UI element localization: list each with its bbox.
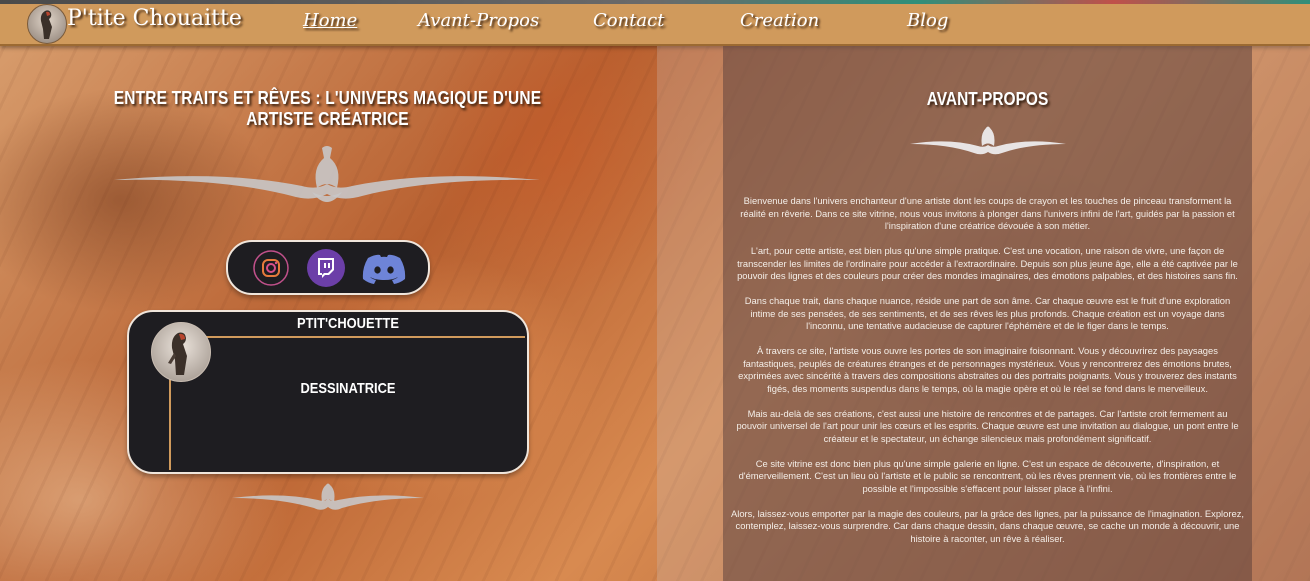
about-paragraph: L'art, pour cette artiste, est bien plus…	[737, 245, 1238, 281]
top-navbar: P'tite Chouaitte Home Avant-Propos Conta…	[0, 0, 1310, 46]
about-paragraph: Dans chaque trait, dans chaque nuance, r…	[744, 295, 1231, 331]
about-paragraph: Bienvenue dans l'univers enchanteur d'un…	[740, 195, 1235, 231]
about-paragraph: Alors, laissez-vous emporter par la magi…	[731, 507, 1244, 544]
about-ornament	[910, 126, 1066, 155]
about-paragraph: Ce site vitrine est donc bien plus qu'un…	[738, 457, 1237, 494]
about-text: Bienvenue dans l'univers enchanteur d'un…	[731, 195, 1244, 558]
nav-blog[interactable]: Blog	[907, 10, 948, 31]
about-panel: AVANT-PROPOS Bienvenue dans l'univers en…	[723, 46, 1252, 581]
site-title[interactable]: P'tite Chouaitte	[67, 6, 242, 31]
about-title: AVANT-PROPOS	[926, 89, 1049, 109]
profile-role: DESSINATRICE	[300, 380, 396, 397]
logo-avatar[interactable]	[27, 4, 67, 44]
nav-avant-propos[interactable]: Avant-Propos	[418, 10, 539, 31]
banner-strip	[0, 0, 1310, 4]
profile-avatar	[151, 322, 211, 382]
card-divider-horizontal	[169, 336, 525, 338]
nav-contact[interactable]: Contact	[593, 10, 664, 31]
instagram-icon[interactable]	[252, 249, 290, 287]
discord-icon[interactable]	[360, 249, 408, 287]
about-paragraph: Mais au-delà de ses créations, c'est aus…	[736, 407, 1239, 444]
nav-home[interactable]: Home	[303, 10, 357, 31]
profile-name: PTIT'CHOUETTE	[297, 315, 399, 332]
profile-card: PTIT'CHOUETTE DESSINATRICE	[127, 310, 529, 474]
social-links-bar	[226, 240, 430, 295]
hero-title: Entre traits et rêves : l'univers magiqu…	[113, 88, 542, 129]
about-paragraph: À travers ce site, l'artiste vous ouvre …	[738, 345, 1237, 394]
nav-creation[interactable]: Creation	[740, 10, 819, 31]
twitch-icon[interactable]	[307, 249, 345, 287]
ornament-top-divider	[114, 146, 540, 202]
ornament-bottom-divider	[232, 483, 424, 510]
